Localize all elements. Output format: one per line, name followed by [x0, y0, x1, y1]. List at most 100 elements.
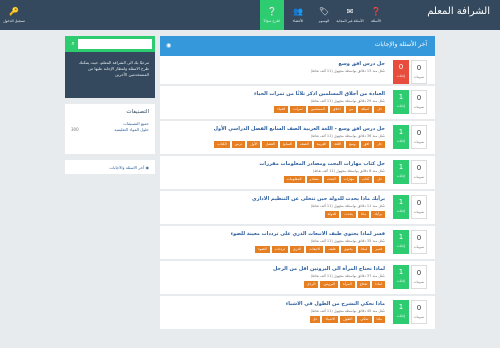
tag[interactable]: درس	[231, 141, 246, 148]
tag[interactable]: اللغة	[331, 141, 345, 148]
tag[interactable]: اسئلة	[358, 106, 373, 113]
tag[interactable]: يحدث	[341, 211, 356, 218]
tag[interactable]: الاشياء	[322, 316, 339, 323]
question-row: 0 تصويتات 1 إجابات ماذا نحكي النشرح من الطول…	[160, 296, 435, 331]
question-row: 0 تصويتات 0 إجابات حل درس افق وسع سُئل منذ 13…	[160, 56, 435, 86]
tag[interactable]: البحث	[323, 176, 339, 183]
tag[interactable]: الانبعاث	[306, 246, 324, 253]
vote-caption: تصويتات	[413, 140, 425, 144]
feed-label: آخر الاسئلة والاجابات	[109, 165, 145, 170]
tag[interactable]: مصادر	[306, 176, 322, 183]
vote-count: 0 تصويتات	[411, 300, 427, 324]
tag[interactable]: وسع	[346, 141, 359, 148]
answer-number: 1	[398, 268, 404, 276]
tag[interactable]: اخلاق	[329, 106, 344, 113]
tag[interactable]: المرأة	[339, 281, 355, 288]
tag[interactable]: فسر	[372, 246, 385, 253]
vote-caption: تصويتات	[413, 105, 425, 109]
answer-number: 1	[398, 163, 404, 171]
tag[interactable]: كتاب	[359, 176, 373, 183]
vote-number: 0	[416, 234, 422, 242]
tag[interactable]: حل	[374, 106, 385, 113]
question-title[interactable]: حل درس افق وسع	[166, 60, 385, 68]
tag[interactable]: ثمرات	[290, 106, 306, 113]
tag-list: فسر لماذا يحتوي طيف الانبعاث الذري ترددات الضوء	[166, 246, 385, 255]
nav-item[interactable]: ❔ اطرح سؤالاً	[260, 0, 284, 30]
nav-label: الأعضاء	[292, 19, 304, 23]
tag[interactable]: ترددات	[271, 246, 288, 253]
question-title[interactable]: لماذا تحتاج المرأة الى البروتين اقل من ا…	[166, 265, 385, 273]
categories-box: التصنيفات جميع التصنيفات حلول المواد التع…	[65, 104, 155, 154]
tag[interactable]: البروتين	[320, 281, 338, 288]
tag[interactable]: حل	[309, 316, 321, 323]
tag[interactable]: الذري	[289, 246, 305, 253]
tag[interactable]: حل	[374, 141, 385, 148]
tag[interactable]: من	[345, 106, 357, 113]
tag[interactable]: نحكي	[357, 316, 372, 323]
tag[interactable]: افق	[360, 141, 373, 148]
category-count: 300	[71, 127, 79, 132]
category-item[interactable]: حلول المواد التعليمية 300	[71, 127, 149, 133]
question-title[interactable]: حل درس افق وسع - اللغة العربية الصف السا…	[166, 125, 385, 133]
feed-link[interactable]: ◉ آخر الاسئلة والاجابات	[65, 160, 155, 174]
question-title[interactable]: ماذا نحكي النشرح من الطول في الاشياء	[166, 300, 385, 308]
nav-item[interactable]: 👥 الأعضاء	[286, 0, 310, 30]
question-meta: سُئل منذ 40 دقائق بواسطة مجهول (11 ألف ن…	[310, 309, 385, 313]
tag[interactable]: السابع	[279, 141, 296, 148]
tag[interactable]: ماذا	[373, 316, 385, 323]
question-icon: ❓	[371, 7, 381, 16]
answer-number: 1	[398, 128, 404, 136]
tag[interactable]: حل	[374, 176, 385, 183]
site-logo[interactable]: الشرافة المعلم	[427, 6, 490, 17]
tag[interactable]: الأول	[247, 141, 261, 148]
answer-count: 1 إجابات	[393, 90, 409, 114]
question-meta: سُئل منذ 11 دقائق بواسطة مجهول (11 ألف ن…	[310, 204, 385, 208]
nav-item[interactable]: 🏷 الوسوم	[312, 0, 336, 30]
tag[interactable]: لماذا	[372, 281, 385, 288]
question-row: 0 تصويتات 1 إجابات برأيك ماذا يحدث للدولة حي…	[160, 191, 435, 226]
vote-number: 0	[416, 199, 422, 207]
tag[interactable]: للدولة	[324, 211, 340, 218]
tag[interactable]: الطول	[340, 316, 356, 323]
vote-caption: تصويتات	[413, 315, 425, 319]
tag[interactable]: ماذا	[357, 211, 370, 218]
answer-number: 0	[398, 63, 404, 71]
rss-icon[interactable]: ◉	[166, 42, 171, 49]
tag[interactable]: تحتاج	[356, 281, 371, 288]
tag[interactable]: الكتاب	[214, 141, 230, 148]
tag[interactable]: يحتوي	[340, 246, 356, 253]
tag[interactable]: لماذا	[357, 246, 371, 253]
tag[interactable]: الرجل	[303, 281, 319, 288]
vote-count: 0 تصويتات	[411, 60, 427, 84]
welcome-text: مرحبًا بك الى الشرافة المعلم، حيث يمكنك …	[65, 52, 155, 98]
answer-caption: إجابات	[396, 174, 406, 178]
tag[interactable]: الفصل	[262, 141, 278, 148]
nav-item[interactable]: ❓ الأسئلة	[364, 0, 388, 30]
nav-item[interactable]: ✉ الأسئلة غير المجابة	[336, 0, 363, 30]
question-title[interactable]: العبادة من أخلاق المسلمين اذكر ثلاثًا من…	[166, 90, 385, 98]
tag[interactable]: الضوء	[255, 246, 270, 253]
search-icon[interactable]: ⌕	[68, 39, 78, 49]
questions-header: آخر الأسئلة والإجابات ◉	[160, 36, 435, 56]
question-body: حل كتاب مهارات البحث ومصادر المعلومات مق…	[166, 160, 385, 185]
sidebar: ⌕ مرحبًا بك الى الشرافة المعلم، حيث يمكن…	[65, 36, 155, 174]
tag[interactable]: برأيك	[371, 211, 385, 218]
users-icon: 👥	[293, 7, 303, 16]
answer-count: 1 إجابات	[393, 195, 409, 219]
tag[interactable]: الحياء	[274, 106, 289, 113]
tag[interactable]: العربية	[313, 141, 330, 148]
question-row: 0 تصويتات 1 إجابات حل كتاب مهارات البحث ومصا…	[160, 156, 435, 191]
login-button[interactable]: 🔑 تسجيل الدخول	[3, 0, 25, 30]
tag[interactable]: المسلمين	[307, 106, 328, 113]
search-input[interactable]	[78, 39, 152, 49]
question-title[interactable]: برأيك ماذا يحدث للدولة حين تتخلى عن التن…	[166, 195, 385, 203]
answer-number: 1	[398, 233, 404, 241]
question-title[interactable]: فسر لماذا يحتوي طيف الانبعاث الذري على ت…	[166, 230, 385, 238]
question-title[interactable]: حل كتاب مهارات البحث ومصادر المعلومات مق…	[166, 160, 385, 168]
vote-caption: تصويتات	[413, 175, 425, 179]
tag[interactable]: مهارات	[340, 176, 358, 183]
tag[interactable]: طيف	[325, 246, 339, 253]
answer-count: 1 إجابات	[393, 230, 409, 254]
tag[interactable]: المعلومات	[283, 176, 305, 183]
tag[interactable]: الصف	[297, 141, 312, 148]
